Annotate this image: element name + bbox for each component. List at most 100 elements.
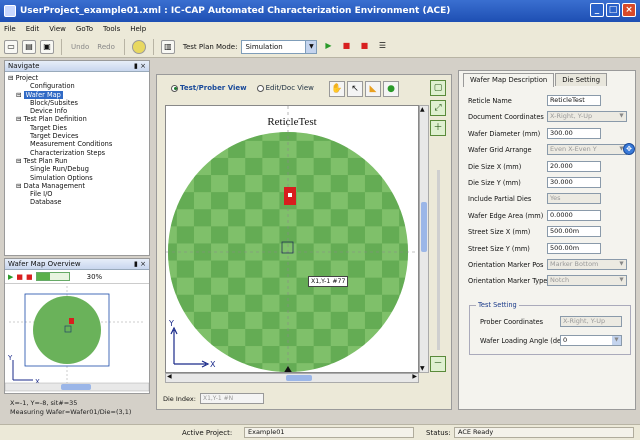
die[interactable] bbox=[245, 226, 263, 244]
property-field[interactable]: 300.00 bbox=[547, 127, 601, 139]
die[interactable] bbox=[313, 192, 331, 210]
pin-close-icon[interactable]: ▮ × bbox=[134, 61, 146, 72]
die[interactable] bbox=[399, 311, 416, 329]
tree-item-simulation-options[interactable]: Simulation Options bbox=[8, 174, 149, 182]
die[interactable] bbox=[347, 328, 365, 347]
tab-die-setting[interactable]: Die Setting bbox=[555, 73, 608, 86]
die[interactable] bbox=[364, 175, 383, 193]
die[interactable] bbox=[262, 277, 280, 295]
tree-item-target-devices[interactable]: Target Devices bbox=[8, 132, 149, 140]
die[interactable] bbox=[399, 209, 416, 227]
open-folder-icon[interactable]: ▤ bbox=[22, 39, 36, 54]
menu-goto[interactable]: GoTo bbox=[76, 25, 93, 33]
die[interactable] bbox=[313, 124, 331, 141]
die[interactable] bbox=[399, 107, 416, 124]
die[interactable] bbox=[399, 175, 416, 193]
overview-canvas[interactable]: Y X bbox=[5, 284, 149, 392]
menu-tools[interactable]: Tools bbox=[103, 25, 120, 33]
die[interactable] bbox=[166, 346, 177, 364]
die[interactable] bbox=[313, 294, 331, 312]
die[interactable] bbox=[211, 294, 229, 312]
die[interactable] bbox=[166, 175, 177, 193]
die[interactable] bbox=[245, 157, 263, 176]
undo-button[interactable]: Undo bbox=[69, 43, 91, 51]
tab-wafer-map-description[interactable]: Wafer Map Description bbox=[463, 73, 555, 87]
hscroll-thumb[interactable] bbox=[286, 375, 312, 381]
die[interactable] bbox=[364, 311, 383, 329]
die[interactable] bbox=[313, 157, 331, 176]
die[interactable] bbox=[245, 192, 263, 210]
die[interactable] bbox=[228, 311, 246, 329]
minimize-button[interactable]: _ bbox=[590, 3, 604, 17]
die[interactable] bbox=[313, 363, 331, 373]
die[interactable] bbox=[399, 140, 416, 158]
die[interactable] bbox=[382, 294, 400, 312]
tree-item-wafer-map[interactable]: ⊟ Wafer Map bbox=[8, 90, 149, 99]
die[interactable] bbox=[228, 140, 246, 158]
scroll-left-icon[interactable]: ◀ bbox=[167, 373, 172, 380]
menu-file[interactable]: File bbox=[4, 25, 16, 33]
tree-item-configuration[interactable]: Configuration bbox=[8, 82, 149, 90]
vscroll-thumb[interactable] bbox=[421, 202, 427, 252]
tree-item-device-info[interactable]: Device Info bbox=[8, 107, 149, 115]
run-icon[interactable] bbox=[131, 39, 146, 54]
circle-icon[interactable]: ● bbox=[383, 81, 399, 97]
die[interactable] bbox=[313, 226, 331, 244]
die[interactable] bbox=[211, 157, 229, 176]
die[interactable] bbox=[176, 192, 194, 210]
die[interactable] bbox=[176, 226, 194, 244]
grid-arrange-icon[interactable]: ✥ bbox=[623, 143, 635, 156]
die[interactable] bbox=[245, 124, 263, 141]
maximize-button[interactable]: □ bbox=[606, 3, 620, 17]
play-icon[interactable]: ▶ bbox=[321, 40, 335, 54]
menu-view[interactable]: View bbox=[49, 25, 66, 33]
tree-item-data-management[interactable]: ⊟ Data Management bbox=[8, 182, 149, 190]
die[interactable] bbox=[364, 277, 383, 295]
stop-all-icon[interactable]: ■ bbox=[26, 273, 33, 281]
die[interactable] bbox=[279, 328, 297, 347]
die[interactable] bbox=[364, 346, 383, 364]
tree-item-database[interactable]: Database bbox=[8, 198, 149, 206]
die[interactable] bbox=[245, 294, 263, 312]
die[interactable] bbox=[347, 363, 365, 373]
die[interactable] bbox=[194, 107, 211, 124]
zoom-slider[interactable] bbox=[437, 170, 440, 350]
die[interactable] bbox=[262, 311, 280, 329]
die[interactable] bbox=[296, 140, 314, 158]
die[interactable] bbox=[176, 124, 194, 141]
test-prober-view-radio[interactable]: Test/Prober View bbox=[171, 84, 247, 92]
scroll-up-icon[interactable]: ▲ bbox=[420, 106, 425, 113]
die[interactable] bbox=[347, 260, 365, 278]
die[interactable] bbox=[245, 260, 263, 278]
die[interactable] bbox=[330, 209, 348, 227]
property-field[interactable]: 20.000 bbox=[547, 160, 601, 172]
tree-item-block-subsites[interactable]: Block/Subsites bbox=[8, 99, 149, 107]
pin-close-icon[interactable]: ▮ × bbox=[134, 259, 146, 270]
die[interactable] bbox=[166, 107, 177, 124]
die[interactable] bbox=[382, 157, 400, 176]
die[interactable] bbox=[382, 192, 400, 210]
die[interactable] bbox=[211, 192, 229, 210]
die[interactable] bbox=[166, 277, 177, 295]
stop-all-icon[interactable]: ■ bbox=[357, 40, 371, 54]
test-plan-mode-select[interactable]: Simulation ▼ bbox=[241, 39, 318, 54]
property-field[interactable]: 30.000 bbox=[547, 176, 601, 188]
die[interactable] bbox=[262, 140, 280, 158]
die[interactable] bbox=[193, 209, 212, 227]
die[interactable] bbox=[364, 140, 383, 158]
property-field[interactable]: 500.00m bbox=[547, 226, 601, 238]
zoom-in-icon[interactable]: ＋ bbox=[430, 120, 446, 136]
close-button[interactable]: × bbox=[622, 3, 636, 17]
edge-icon[interactable]: ◣ bbox=[365, 81, 381, 97]
die[interactable] bbox=[382, 226, 400, 244]
tree-item-test-plan-definition[interactable]: ⊟ Test Plan Definition bbox=[8, 115, 149, 123]
die[interactable] bbox=[245, 363, 263, 373]
die[interactable] bbox=[262, 209, 280, 227]
new-file-icon[interactable]: ▭ bbox=[4, 39, 18, 54]
die[interactable] bbox=[313, 328, 331, 347]
die[interactable] bbox=[193, 140, 212, 158]
die[interactable] bbox=[176, 328, 194, 347]
die[interactable] bbox=[399, 277, 416, 295]
die[interactable] bbox=[176, 260, 194, 278]
die[interactable] bbox=[297, 107, 314, 124]
